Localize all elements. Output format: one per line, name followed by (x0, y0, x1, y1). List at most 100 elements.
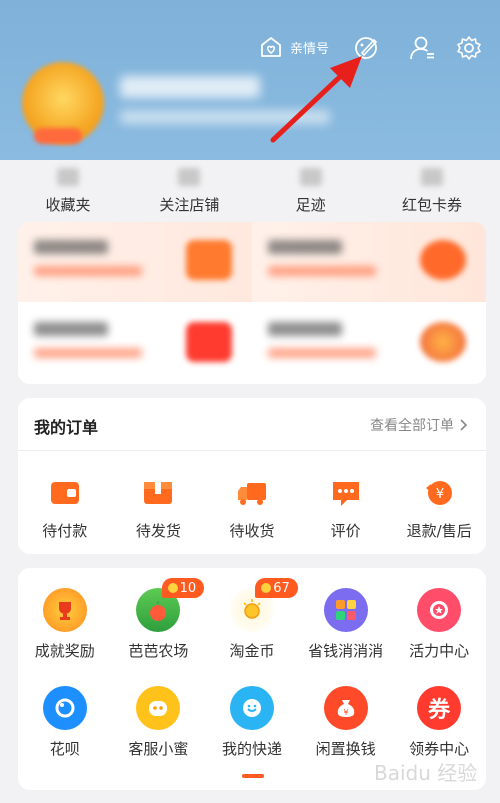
coupon-icon: 券 (417, 686, 462, 730)
header-toolbar: 亲情号 (0, 28, 500, 68)
promo-savings-card[interactable] (18, 304, 252, 384)
comment-icon (332, 482, 359, 506)
tool-baba-farm[interactable]: 10 芭芭农场 (112, 578, 206, 661)
promo-tmall-points[interactable] (252, 222, 486, 302)
tool-coupon-center[interactable]: 券 领券中心 (392, 686, 486, 759)
family-heart-icon (261, 37, 281, 57)
tool-label: 花呗 (49, 740, 80, 758)
svg-text:¥: ¥ (436, 487, 444, 502)
coin-badge-count: 67 (273, 580, 290, 596)
tool-label: 成就奖励 (34, 642, 95, 660)
watermark-text: Baidu 经验 (374, 761, 477, 785)
stat-value-redacted (420, 168, 443, 186)
stat-favorites[interactable]: 收藏夹 (18, 168, 118, 216)
chevron-right-icon (460, 419, 468, 431)
promo-title-redacted (268, 240, 342, 254)
family-account-label: 亲情号 (290, 41, 330, 57)
courier-icon (229, 686, 274, 730)
divider (18, 450, 486, 451)
tool-my-courier[interactable]: 我的快递 (205, 686, 299, 759)
order-to-ship[interactable]: 待发货 (112, 476, 206, 541)
stat-label: 足迹 (295, 196, 326, 214)
tool-label: 客服小蜜 (128, 740, 189, 758)
tool-label: 闲置换钱 (315, 740, 376, 758)
coin-badge: 67 (255, 578, 298, 598)
tools-row-1: 成就奖励 10 芭芭农场 67 淘金币 省钱消消消 活力中心 (18, 578, 486, 661)
coin-icon (261, 583, 272, 593)
member-level-badge (34, 128, 82, 144)
promo-title-redacted (268, 322, 342, 336)
promo-free-fruit[interactable] (252, 304, 486, 384)
tool-label: 我的快递 (221, 740, 282, 758)
coin-icon (167, 583, 178, 593)
promo-title-redacted (34, 240, 108, 254)
order-to-receive[interactable]: 待收货 (205, 476, 299, 541)
customer-service-icon (136, 686, 181, 730)
trophy-icon (42, 588, 87, 632)
stat-label: 关注店铺 (159, 196, 220, 214)
tools-row-2: 花呗 客服小蜜 我的快递 ¥ 闲置换钱 券 领券中心 (18, 686, 486, 759)
stat-value-redacted (57, 168, 79, 186)
stat-value-redacted (299, 168, 322, 186)
tool-customer-service[interactable]: 客服小蜜 (112, 686, 206, 759)
tool-label: 省钱消消消 (308, 642, 384, 660)
order-status-label: 待收货 (229, 522, 275, 540)
promo-card (18, 222, 486, 384)
stat-followed-shops[interactable]: 关注店铺 (139, 168, 239, 216)
promo-image (186, 322, 232, 362)
stats-row: 收藏夹 关注店铺 足迹 红包卡券 (18, 168, 482, 216)
order-status-row: 待付款 待发货 待收货 评价 ¥ 退款/售后 (18, 476, 486, 541)
account-manage-icon[interactable] (408, 34, 436, 62)
coupon-glyph: 券 (428, 698, 451, 723)
family-account-button[interactable]: 亲情号 (258, 34, 329, 60)
stat-label: 红包卡券 (401, 196, 462, 214)
puzzle-game-icon (323, 588, 368, 632)
view-all-orders-link[interactable]: 查看全部订单 (370, 415, 468, 435)
promo-subtitle-redacted (34, 348, 142, 358)
promo-subtitle-redacted (268, 348, 376, 358)
order-refund[interactable]: ¥ 退款/售后 (392, 476, 486, 541)
tool-match-game[interactable]: 省钱消消消 (299, 588, 393, 661)
farm-badge-count: 10 (179, 580, 197, 596)
stat-value-redacted (178, 168, 201, 186)
tool-label: 活力中心 (409, 642, 470, 660)
tool-huabei[interactable]: 花呗 (18, 686, 112, 759)
promo-title-redacted (34, 322, 108, 336)
username-redacted (120, 76, 260, 98)
money-bag-icon: ¥ (323, 686, 368, 730)
skin-brush-icon[interactable] (353, 34, 381, 62)
settings-gear-icon[interactable] (455, 34, 483, 62)
page-indicator (242, 774, 264, 778)
tool-vitality-center[interactable]: 活力中心 (392, 588, 486, 661)
wallet-icon (50, 482, 79, 504)
order-pending-payment[interactable]: 待付款 (18, 476, 112, 541)
order-status-label: 待付款 (42, 522, 88, 540)
order-status-label: 评价 (330, 522, 361, 540)
promo-image (420, 240, 466, 280)
account-id-redacted (120, 110, 330, 124)
tool-label: 淘金币 (229, 642, 275, 660)
tool-gold-coins[interactable]: 67 淘金币 (205, 578, 299, 661)
orders-title: 我的订单 (34, 418, 99, 437)
baidu-watermark: Baidu 经验 (374, 761, 477, 785)
package-icon (144, 482, 173, 504)
order-status-label: 退款/售后 (406, 522, 472, 540)
stat-footprints[interactable]: 足迹 (261, 168, 361, 216)
profile-header: 亲情号 (0, 0, 500, 160)
orders-card: 我的订单 查看全部订单 待付款 待发货 待收货 评价 ¥ 退款/售后 (18, 398, 486, 554)
stat-label: 收藏夹 (45, 196, 91, 214)
tool-achievements[interactable]: 成就奖励 (18, 588, 112, 661)
promo-image (420, 322, 466, 362)
tool-sell-idle[interactable]: ¥ 闲置换钱 (299, 686, 393, 759)
promo-member-center[interactable] (18, 222, 252, 302)
svg-text:¥: ¥ (343, 708, 348, 717)
promo-subtitle-redacted (34, 266, 142, 276)
huabei-icon (42, 686, 87, 730)
tool-label: 芭芭农场 (128, 642, 189, 660)
promo-image (186, 240, 232, 280)
order-to-review[interactable]: 评价 (299, 476, 393, 541)
promo-subtitle-redacted (268, 266, 376, 276)
farm-badge: 10 (161, 578, 205, 598)
refund-icon: ¥ (426, 481, 453, 505)
stat-coupons[interactable]: 红包卡券 (382, 168, 482, 216)
